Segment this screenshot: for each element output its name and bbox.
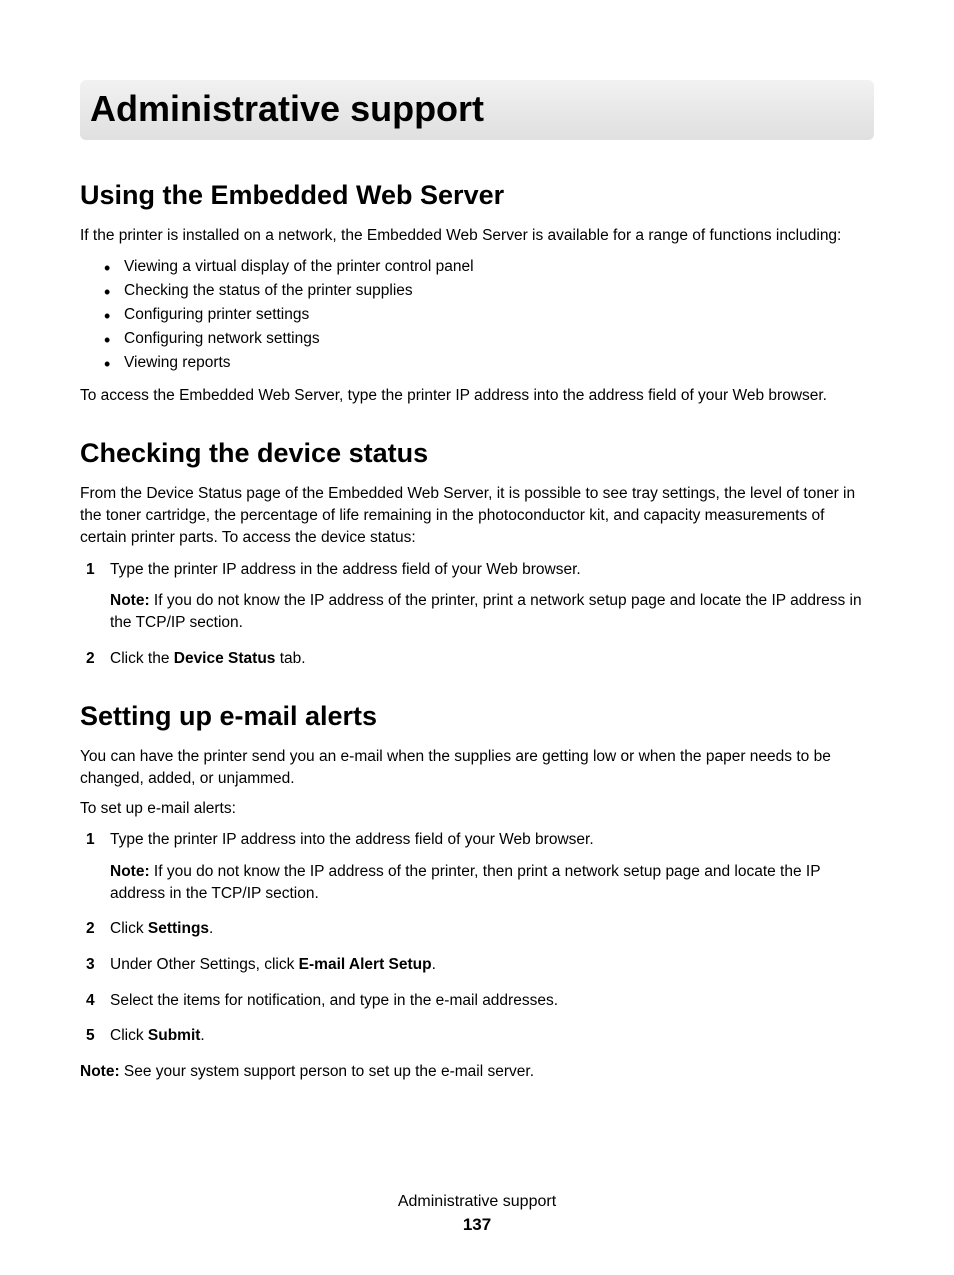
step-item: Click the Device Status tab. — [80, 648, 874, 670]
note-block: Note: If you do not know the IP address … — [110, 861, 874, 904]
step-text-bold: Settings — [148, 920, 209, 937]
step-text-bold: Submit — [148, 1027, 201, 1044]
section3-intro: You can have the printer send you an e-m… — [80, 746, 874, 789]
section1-intro: If the printer is installed on a network… — [80, 225, 874, 247]
step-item: Under Other Settings, click E-mail Alert… — [80, 954, 874, 976]
step-text-post: . — [432, 956, 436, 973]
section3-steps: Type the printer IP address into the add… — [80, 829, 874, 1047]
note-label: Note: — [110, 863, 150, 880]
list-item: Configuring network settings — [80, 327, 874, 351]
page-title: Administrative support — [80, 80, 874, 140]
note-text: If you do not know the IP address of the… — [110, 863, 820, 902]
step-item: Type the printer IP address into the add… — [80, 829, 874, 904]
list-item: Checking the status of the printer suppl… — [80, 279, 874, 303]
footer-title: Administrative support — [80, 1193, 874, 1211]
section2-intro: From the Device Status page of the Embed… — [80, 483, 874, 548]
section-heading-device-status: Checking the device status — [80, 438, 874, 469]
section3-lead: To set up e-mail alerts: — [80, 798, 874, 820]
step-text-pre: Click — [110, 920, 148, 937]
step-text-pre: Click — [110, 1027, 148, 1044]
step-text: Type the printer IP address into the add… — [110, 831, 594, 848]
step-text-post: . — [209, 920, 213, 937]
final-note: Note: See your system support person to … — [80, 1061, 874, 1083]
step-text-bold: E-mail Alert Setup — [299, 956, 432, 973]
step-text-post: . — [200, 1027, 204, 1044]
page-footer: Administrative support 137 — [80, 1193, 874, 1235]
note-label: Note: — [110, 592, 150, 609]
step-text: Type the printer IP address in the addre… — [110, 561, 581, 578]
step-text: Select the items for notification, and t… — [110, 992, 558, 1009]
note-text: If you do not know the IP address of the… — [110, 592, 862, 631]
step-item: Select the items for notification, and t… — [80, 990, 874, 1012]
step-text-bold: Device Status — [174, 650, 276, 667]
step-text-pre: Click the — [110, 650, 174, 667]
list-item: Configuring printer settings — [80, 303, 874, 327]
section-heading-ews: Using the Embedded Web Server — [80, 180, 874, 211]
footer-page-number: 137 — [80, 1215, 874, 1235]
step-text-post: tab. — [275, 650, 305, 667]
note-label: Note: — [80, 1063, 120, 1080]
list-item: Viewing reports — [80, 351, 874, 375]
section-heading-email-alerts: Setting up e-mail alerts — [80, 701, 874, 732]
step-item: Type the printer IP address in the addre… — [80, 559, 874, 634]
step-text-pre: Under Other Settings, click — [110, 956, 299, 973]
note-block: Note: If you do not know the IP address … — [110, 590, 874, 633]
section1-outro: To access the Embedded Web Server, type … — [80, 385, 874, 407]
note-text: See your system support person to set up… — [120, 1063, 534, 1080]
section1-bullet-list: Viewing a virtual display of the printer… — [80, 255, 874, 375]
step-item: Click Submit. — [80, 1025, 874, 1047]
step-item: Click Settings. — [80, 918, 874, 940]
list-item: Viewing a virtual display of the printer… — [80, 255, 874, 279]
section2-steps: Type the printer IP address in the addre… — [80, 559, 874, 670]
